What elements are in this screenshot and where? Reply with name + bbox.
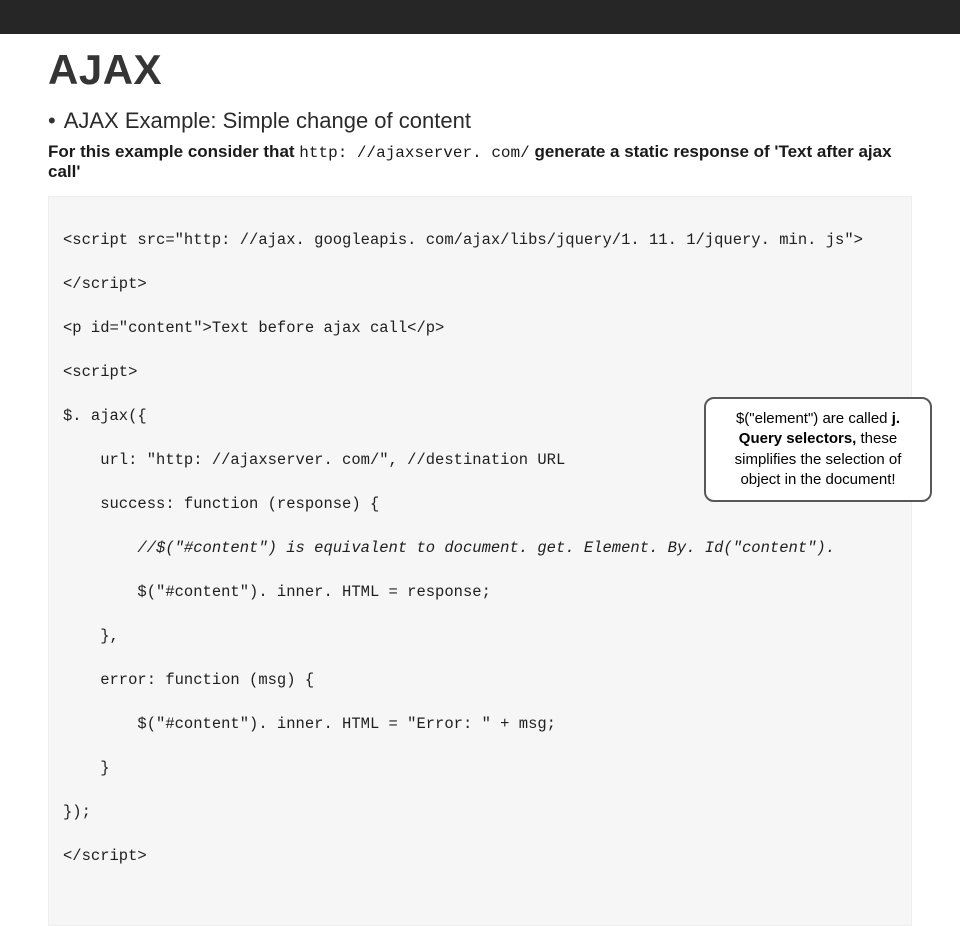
code-line: //$("#content") is equivalent to documen… bbox=[63, 537, 897, 559]
desc-inline-code: http: //ajaxserver. com/ bbox=[299, 144, 529, 162]
code-line: <script> bbox=[63, 361, 897, 383]
code-line: error: function (msg) { bbox=[63, 669, 897, 691]
code-line: <p id="content">Text before ajax call</p… bbox=[63, 317, 897, 339]
code-comment: //$("#content") is equivalent to documen… bbox=[63, 539, 835, 557]
code-line: $("#content"). inner. HTML = "Error: " +… bbox=[63, 713, 897, 735]
slide-description: For this example consider that http: //a… bbox=[48, 142, 912, 182]
slide-title: AJAX bbox=[48, 46, 912, 94]
code-line: </script> bbox=[63, 845, 897, 867]
top-bar bbox=[0, 0, 960, 34]
bullet-dot-icon: • bbox=[48, 110, 56, 132]
callout-part1: $("element") are called bbox=[736, 410, 892, 427]
desc-pre: For this example consider that bbox=[48, 142, 299, 161]
code-line: $("#content"). inner. HTML = response; bbox=[63, 581, 897, 603]
code-line: </script> bbox=[63, 273, 897, 295]
callout-box: $("element") are called j. Query selecto… bbox=[704, 397, 932, 502]
code-text: <script src="http: //ajax. googleapis. c… bbox=[63, 231, 863, 249]
slide-subtitle: AJAX Example: Simple change of content bbox=[64, 108, 471, 134]
code-line: <script src="http: //ajax. googleapis. c… bbox=[63, 229, 897, 251]
code-line: } bbox=[63, 757, 897, 779]
code-text: <p id="content">Text before ajax call</p… bbox=[63, 319, 444, 337]
code-line: }); bbox=[63, 801, 897, 823]
code-line: }, bbox=[63, 625, 897, 647]
code-block: <script src="http: //ajax. googleapis. c… bbox=[48, 196, 912, 926]
code-text: url: "http: //ajaxserver. com/", //desti… bbox=[63, 451, 565, 469]
bullet-row: • AJAX Example: Simple change of content bbox=[48, 108, 912, 134]
